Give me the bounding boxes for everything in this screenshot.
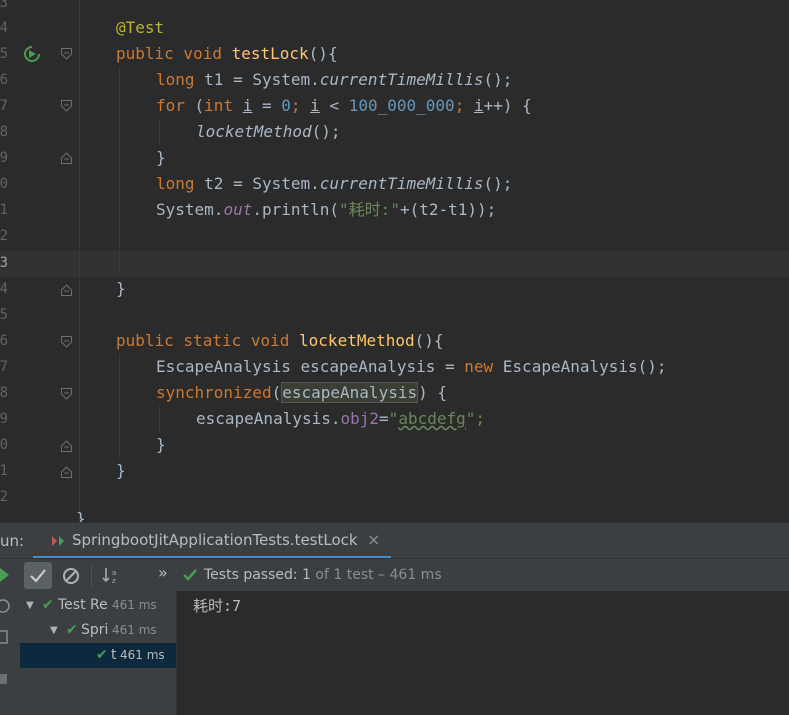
fold-icon[interactable]	[61, 100, 72, 112]
console-line: 耗时:7	[193, 597, 242, 615]
line-number: 4	[0, 281, 8, 297]
run-tool-window-header: un: SpringbootJitApplicationTests.testLo…	[0, 522, 789, 559]
line-number: 5	[0, 46, 8, 62]
code-line: for (int i = 0; i < 100_000_000; i++) {	[156, 96, 532, 115]
code-line: }	[156, 148, 166, 167]
expand-arrow-icon[interactable]: ▼	[50, 618, 58, 643]
code-line: public void testLock(){	[116, 44, 338, 63]
code-line: }	[76, 509, 86, 522]
check-icon	[30, 569, 46, 583]
indent-guide	[159, 406, 160, 432]
passed-check-icon: ✔	[96, 647, 108, 663]
tree-node-test-class[interactable]: ▼ ✔ Spri 461 ms	[20, 618, 176, 643]
line-number: 8	[0, 124, 8, 140]
line-number: 6	[0, 72, 8, 88]
line-number: 5	[0, 307, 8, 323]
line-number: 3	[0, 0, 8, 11]
run-toolbar: az » Tests passed: 1 of 1 test – 461 ms	[0, 558, 789, 593]
line-number: 8	[0, 385, 8, 401]
line-number: 4	[0, 20, 8, 36]
unfold-icon[interactable]	[61, 440, 72, 452]
history-icon[interactable]	[0, 599, 10, 613]
line-number: 7	[0, 359, 8, 375]
line-number: 6	[0, 333, 8, 349]
unfold-icon[interactable]	[61, 152, 72, 164]
line-number: 3	[0, 255, 8, 271]
fold-icon[interactable]	[61, 388, 72, 400]
line-number: 9	[0, 150, 8, 166]
fold-icon[interactable]	[61, 336, 72, 348]
passed-check-icon: ✔	[66, 622, 78, 638]
unfold-icon[interactable]	[61, 466, 72, 478]
test-status-text: Tests passed: 1 of 1 test – 461 ms	[204, 567, 442, 583]
test-results-tree[interactable]: ▼ ✔ Test Re 461 ms ▼ ✔ Spri 461 ms ✔ t 4…	[14, 591, 177, 715]
run-tab[interactable]: SpringbootJitApplicationTests.testLock ×	[33, 523, 391, 559]
tree-node-test-method[interactable]: ✔ t 461 ms	[20, 643, 176, 668]
code-line: }	[116, 279, 126, 298]
more-actions-icon[interactable]: »	[158, 563, 168, 582]
line-number: 2	[0, 489, 8, 505]
show-passed-toggle[interactable]	[24, 562, 52, 589]
export-icon[interactable]	[0, 629, 10, 645]
toolbar-separator	[91, 566, 92, 586]
tests-passed-icon	[183, 569, 197, 581]
code-line: System.out.println("耗时:"+(t2-t1));	[156, 200, 497, 219]
code-line: }	[156, 435, 166, 454]
console-output[interactable]: 耗时:7	[177, 591, 789, 715]
show-ignored-icon[interactable]	[61, 566, 81, 586]
run-side-strip	[0, 591, 14, 715]
indent-guide	[79, 0, 80, 522]
line-number: 0	[0, 176, 8, 192]
line-number: 1	[0, 463, 8, 479]
code-line: locketMethod();	[196, 122, 341, 141]
code-line: }	[116, 461, 126, 480]
tree-node-test-results[interactable]: ▼ ✔ Test Re 461 ms	[20, 593, 176, 618]
code-line: @Test	[116, 18, 165, 37]
indent-guide	[119, 354, 120, 458]
passed-check-icon: ✔	[42, 597, 54, 613]
indent-guide	[119, 67, 120, 275]
run-label: un:	[0, 532, 25, 550]
line-number: 9	[0, 411, 8, 427]
expand-arrow-icon[interactable]: ▼	[26, 593, 34, 618]
rerun-icon[interactable]	[0, 568, 10, 582]
svg-text:z: z	[112, 577, 116, 585]
code-line: synchronized(escapeAnalysis) {	[156, 382, 447, 403]
code-line: long t2 = System.currentTimeMillis();	[156, 174, 513, 193]
run-test-icon[interactable]	[23, 45, 41, 63]
line-number: 2	[0, 228, 8, 244]
line-number: 1	[0, 202, 8, 218]
code-line: EscapeAnalysis escapeAnalysis = new Esca…	[156, 357, 667, 376]
line-number: 7	[0, 98, 8, 114]
code-line: escapeAnalysis.obj2="abcdefg";	[196, 409, 486, 428]
code-line: public static void locketMethod(){	[116, 331, 444, 350]
code-editor[interactable]: 3 4 5 6 7 8 9 0 1 2 3 4 5 6 7 8 9 0 1 2 …	[0, 0, 789, 522]
run-tab-title: SpringbootJitApplicationTests.testLock	[72, 531, 358, 549]
close-tab-icon[interactable]: ×	[367, 530, 380, 549]
line-number: 0	[0, 437, 8, 453]
svg-text:a: a	[112, 569, 116, 577]
fold-icon[interactable]	[61, 48, 72, 60]
test-class-icon	[52, 536, 64, 546]
indent-guide	[159, 119, 160, 145]
unfold-icon[interactable]	[61, 284, 72, 296]
code-line: long t1 = System.currentTimeMillis();	[156, 70, 513, 89]
stop-icon[interactable]	[0, 673, 8, 685]
sort-alphabetically-icon[interactable]: az	[102, 565, 122, 585]
